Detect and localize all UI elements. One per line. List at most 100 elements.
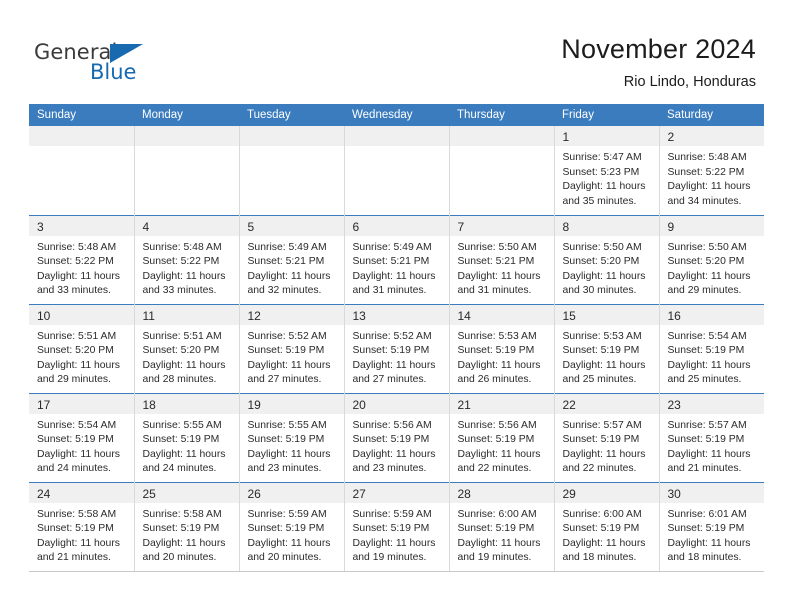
day-cell[interactable]: 14 Sunrise: 5:53 AM Sunset: 5:19 PM Dayligh… xyxy=(449,303,555,393)
day-cell[interactable]: 30 Sunrise: 6:01 AM Sunset: 5:19 PM Dayligh… xyxy=(659,481,765,572)
sunrise-text: Sunrise: 5:56 AM xyxy=(457,419,537,431)
day-cell[interactable]: 18 Sunrise: 5:55 AM Sunset: 5:19 PM Dayligh… xyxy=(134,392,240,482)
daylight-text-line1: Daylight: 11 hours xyxy=(352,270,436,282)
day-number: 19 xyxy=(247,397,261,412)
sunrise-text: Sunrise: 5:53 AM xyxy=(457,330,537,342)
day-cell-body: Sunrise: 5:54 AM Sunset: 5:19 PM Daylight:… xyxy=(660,325,765,388)
day-cell-body: Sunrise: 5:58 AM Sunset: 5:19 PM Daylight:… xyxy=(135,503,239,566)
day-cell[interactable]: 27 Sunrise: 5:59 AM Sunset: 5:19 PM Dayligh… xyxy=(344,481,450,572)
day-cell[interactable]: 13 Sunrise: 5:52 AM Sunset: 5:19 PM Dayligh… xyxy=(344,303,450,393)
day-cell[interactable]: 12 Sunrise: 5:52 AM Sunset: 5:19 PM Dayligh… xyxy=(239,303,345,393)
daylight-text-line1: Daylight: 11 hours xyxy=(247,359,331,371)
day-number-strip: 22 xyxy=(554,394,658,414)
daylight-text-line1: Daylight: 11 hours xyxy=(562,270,646,282)
day-number-strip xyxy=(134,126,238,146)
sunset-text: Sunset: 5:20 PM xyxy=(667,256,745,268)
general-blue-logo[interactable]: General Blue xyxy=(34,40,234,90)
daylight-text-line2: and 25 minutes. xyxy=(562,374,637,386)
sunset-text: Sunset: 5:19 PM xyxy=(247,345,325,357)
day-cell[interactable]: 16 Sunrise: 5:54 AM Sunset: 5:19 PM Dayligh… xyxy=(659,303,765,393)
day-cell[interactable]: 21 Sunrise: 5:56 AM Sunset: 5:19 PM Dayligh… xyxy=(449,392,555,482)
calendar-week-row: 24 Sunrise: 5:58 AM Sunset: 5:19 PM Dayligh… xyxy=(29,481,765,572)
daylight-text-line1: Daylight: 11 hours xyxy=(562,537,646,549)
day-number-strip: 17 xyxy=(29,394,133,414)
daylight-text-line2: and 28 minutes. xyxy=(142,374,217,386)
day-cell[interactable]: 6 Sunrise: 5:49 AM Sunset: 5:21 PM Daylight… xyxy=(344,214,450,304)
logo-text-blue: Blue xyxy=(90,60,137,84)
day-cell[interactable]: 10 Sunrise: 5:51 AM Sunset: 5:20 PM Dayligh… xyxy=(29,303,135,393)
day-cell-body: Sunrise: 6:01 AM Sunset: 5:19 PM Daylight:… xyxy=(660,503,765,566)
day-number-strip: 28 xyxy=(449,483,553,503)
day-cell-body: Sunrise: 5:50 AM Sunset: 5:21 PM Daylight:… xyxy=(450,236,554,299)
day-cell-body: Sunrise: 5:59 AM Sunset: 5:19 PM Daylight:… xyxy=(240,503,344,566)
day-cell[interactable]: 2 Sunrise: 5:48 AM Sunset: 5:22 PM Daylight… xyxy=(659,126,764,215)
day-number: 22 xyxy=(562,397,576,412)
day-cell[interactable]: 25 Sunrise: 5:58 AM Sunset: 5:19 PM Dayligh… xyxy=(134,481,240,572)
day-cell-body: Sunrise: 5:58 AM Sunset: 5:19 PM Daylight:… xyxy=(29,503,133,566)
sunset-text: Sunset: 5:21 PM xyxy=(247,256,325,268)
day-cell[interactable]: 29 Sunrise: 6:00 AM Sunset: 5:19 PM Dayligh… xyxy=(554,481,660,572)
daylight-text-line2: and 34 minutes. xyxy=(667,195,742,207)
day-cell[interactable]: 28 Sunrise: 6:00 AM Sunset: 5:19 PM Dayligh… xyxy=(449,481,555,572)
day-cell[interactable]: 8 Sunrise: 5:50 AM Sunset: 5:20 PM Daylight… xyxy=(554,214,660,304)
sunrise-text: Sunrise: 5:50 AM xyxy=(457,241,537,253)
weekday-header-monday: Monday xyxy=(134,104,239,126)
day-number-strip: 21 xyxy=(449,394,553,414)
daylight-text-line2: and 23 minutes. xyxy=(247,463,322,475)
calendar-table: Sunday Monday Tuesday Wednesday Thursday Frid… xyxy=(29,104,764,572)
day-cell-empty xyxy=(134,126,240,215)
day-cell-body: Sunrise: 5:54 AM Sunset: 5:19 PM Daylight:… xyxy=(29,414,133,477)
daylight-text-line1: Daylight: 11 hours xyxy=(37,448,120,460)
calendar-header-row: Sunday Monday Tuesday Wednesday Thursday Frid… xyxy=(29,104,764,126)
daylight-text-line2: and 22 minutes. xyxy=(562,463,637,475)
day-cell-body: Sunrise: 6:00 AM Sunset: 5:19 PM Daylight:… xyxy=(450,503,554,566)
calendar-week-row: 1 Sunrise: 5:47 AM Sunset: 5:23 PM Daylight… xyxy=(29,126,764,215)
calendar-body: 1 Sunrise: 5:47 AM Sunset: 5:23 PM Daylight… xyxy=(29,126,765,572)
day-cell-body: Sunrise: 5:53 AM Sunset: 5:19 PM Daylight:… xyxy=(555,325,659,388)
daylight-text-line2: and 25 minutes. xyxy=(667,374,742,386)
day-cell[interactable]: 19 Sunrise: 5:55 AM Sunset: 5:19 PM Dayligh… xyxy=(239,392,345,482)
day-number-strip: 25 xyxy=(134,483,238,503)
day-number: 21 xyxy=(457,397,471,412)
day-cell[interactable]: 15 Sunrise: 5:53 AM Sunset: 5:19 PM Dayligh… xyxy=(554,303,660,393)
daylight-text-line1: Daylight: 11 hours xyxy=(667,448,751,460)
day-cell[interactable]: 23 Sunrise: 5:57 AM Sunset: 5:19 PM Dayligh… xyxy=(659,392,764,482)
day-cell[interactable]: 3 Sunrise: 5:48 AM Sunset: 5:22 PM Daylight… xyxy=(29,214,135,304)
weekday-header-tuesday: Tuesday xyxy=(239,104,344,126)
day-cell[interactable]: 26 Sunrise: 5:59 AM Sunset: 5:19 PM Dayligh… xyxy=(239,481,345,572)
sunset-text: Sunset: 5:20 PM xyxy=(562,256,640,268)
sunrise-text: Sunrise: 5:51 AM xyxy=(142,330,222,342)
day-number-strip: 7 xyxy=(449,216,553,236)
day-cell[interactable]: 4 Sunrise: 5:48 AM Sunset: 5:22 PM Daylight… xyxy=(134,214,240,304)
day-number: 1 xyxy=(562,130,570,144)
day-cell-body: Sunrise: 5:51 AM Sunset: 5:20 PM Daylight:… xyxy=(29,325,133,388)
daylight-text-line2: and 32 minutes. xyxy=(247,285,322,297)
day-cell[interactable]: 1 Sunrise: 5:47 AM Sunset: 5:23 PM Daylight… xyxy=(554,126,660,215)
day-cell[interactable]: 7 Sunrise: 5:50 AM Sunset: 5:21 PM Daylight… xyxy=(449,214,555,304)
sunrise-text: Sunrise: 5:50 AM xyxy=(667,241,747,253)
day-number-strip: 10 xyxy=(29,305,133,325)
sunset-text: Sunset: 5:21 PM xyxy=(352,256,430,268)
day-number: 6 xyxy=(352,219,360,234)
day-cell[interactable]: 22 Sunrise: 5:57 AM Sunset: 5:19 PM Dayligh… xyxy=(554,392,660,482)
day-cell-body: Sunrise: 5:50 AM Sunset: 5:20 PM Daylight:… xyxy=(660,236,765,299)
day-number-strip: 29 xyxy=(554,483,658,503)
day-cell[interactable]: 24 Sunrise: 5:58 AM Sunset: 5:19 PM Dayligh… xyxy=(29,481,135,572)
day-cell[interactable]: 17 Sunrise: 5:54 AM Sunset: 5:19 PM Dayligh… xyxy=(29,392,135,482)
day-cell[interactable]: 20 Sunrise: 5:56 AM Sunset: 5:19 PM Dayligh… xyxy=(344,392,450,482)
daylight-text-line1: Daylight: 11 hours xyxy=(247,537,331,549)
day-cell-body: Sunrise: 5:52 AM Sunset: 5:19 PM Daylight:… xyxy=(345,325,449,388)
calendar-week-row: 3 Sunrise: 5:48 AM Sunset: 5:22 PM Daylight… xyxy=(29,214,765,304)
day-number: 29 xyxy=(562,486,576,501)
daylight-text-line2: and 24 minutes. xyxy=(142,463,217,475)
daylight-text-line1: Daylight: 11 hours xyxy=(667,537,751,549)
daylight-text-line2: and 18 minutes. xyxy=(667,552,742,564)
day-cell[interactable]: 11 Sunrise: 5:51 AM Sunset: 5:20 PM Dayligh… xyxy=(134,303,240,393)
daylight-text-line1: Daylight: 11 hours xyxy=(247,270,331,282)
day-cell[interactable]: 5 Sunrise: 5:49 AM Sunset: 5:21 PM Daylight… xyxy=(239,214,345,304)
daylight-text-line2: and 31 minutes. xyxy=(352,285,427,297)
daylight-text-line2: and 21 minutes. xyxy=(667,463,742,475)
day-cell[interactable]: 9 Sunrise: 5:50 AM Sunset: 5:20 PM Daylight… xyxy=(659,214,765,304)
day-number-strip: 20 xyxy=(344,394,448,414)
daylight-text-line2: and 21 minutes. xyxy=(37,552,111,564)
